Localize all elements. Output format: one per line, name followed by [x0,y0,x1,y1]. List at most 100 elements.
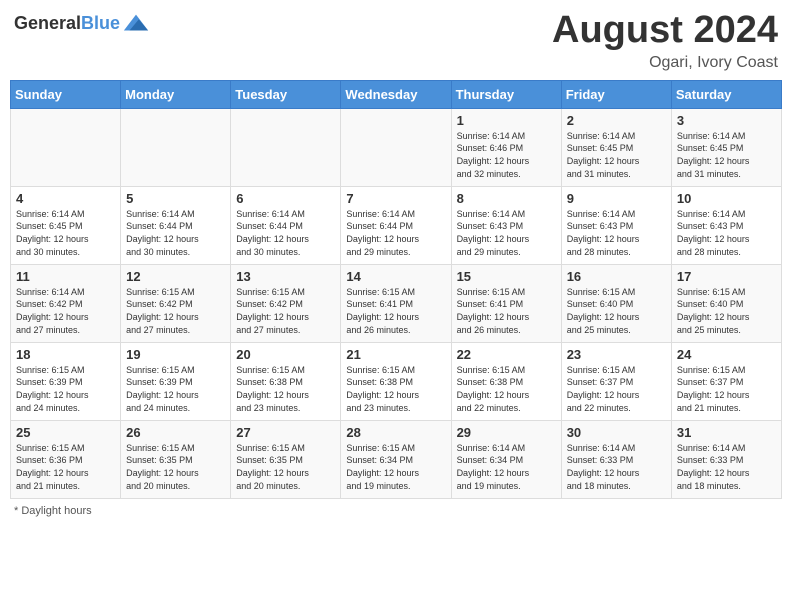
footer-note: * Daylight hours [10,505,782,517]
calendar-day-cell: 28 Sunrise: 6:15 AM Sunset: 6:34 PM Dayli… [341,420,451,498]
calendar-day-cell: 10Sunrise: 6:14 AM Sunset: 6:43 PM Dayli… [671,186,781,264]
day-info: Sunrise: 6:14 AM Sunset: 6:46 PM Dayligh… [457,130,556,180]
calendar-day-cell: 20 Sunrise: 6:15 AM Sunset: 6:38 PM Dayli… [231,342,341,420]
calendar-header-row: SundayMondayTuesdayWednesdayThursdayFrid… [11,80,782,108]
calendar-day-cell: 26 Sunrise: 6:15 AM Sunset: 6:35 PM Dayli… [121,420,231,498]
day-number: 9 [567,191,666,206]
calendar-day-cell: 11 Sunrise: 6:14 AM Sunset: 6:42 PM Dayli… [11,264,121,342]
location: Ogari, Ivory Coast [552,54,778,72]
calendar-day-cell: 21Sunrise: 6:15 AM Sunset: 6:38 PM Dayli… [341,342,451,420]
logo-text: GeneralBlue [14,14,120,34]
day-number: 23 [567,347,666,362]
col-header-monday: Monday [121,80,231,108]
logo: GeneralBlue [14,10,150,38]
calendar-day-cell: 3 Sunrise: 6:14 AM Sunset: 6:45 PM Daylig… [671,108,781,186]
calendar-day-cell [231,108,341,186]
col-header-saturday: Saturday [671,80,781,108]
day-number: 4 [16,191,115,206]
col-header-thursday: Thursday [451,80,561,108]
day-info: Sunrise: 6:14 AM Sunset: 6:43 PM Dayligh… [677,208,776,258]
calendar-day-cell: 5 Sunrise: 6:14 AM Sunset: 6:44 PM Daylig… [121,186,231,264]
calendar-week-row: 1 Sunrise: 6:14 AM Sunset: 6:46 PM Daylig… [11,108,782,186]
calendar-day-cell: 7 Sunrise: 6:14 AM Sunset: 6:44 PM Daylig… [341,186,451,264]
calendar-week-row: 18 Sunrise: 6:15 AM Sunset: 6:39 PM Dayli… [11,342,782,420]
day-info: Sunrise: 6:14 AM Sunset: 6:45 PM Dayligh… [567,130,666,180]
calendar-day-cell: 15 Sunrise: 6:15 AM Sunset: 6:41 PM Dayli… [451,264,561,342]
day-number: 3 [677,113,776,128]
day-info: Sunrise: 6:15 AM Sunset: 6:39 PM Dayligh… [126,364,225,414]
calendar-day-cell: 30 Sunrise: 6:14 AM Sunset: 6:33 PM Dayli… [561,420,671,498]
calendar-day-cell: 2 Sunrise: 6:14 AM Sunset: 6:45 PM Daylig… [561,108,671,186]
calendar-day-cell: 22Sunrise: 6:15 AM Sunset: 6:38 PM Dayli… [451,342,561,420]
title-block: August 2024 Ogari, Ivory Coast [552,10,778,72]
calendar-day-cell: 17Sunrise: 6:15 AM Sunset: 6:40 PM Dayli… [671,264,781,342]
day-info: Sunrise: 6:15 AM Sunset: 6:34 PM Dayligh… [346,442,445,492]
day-number: 20 [236,347,335,362]
col-header-sunday: Sunday [11,80,121,108]
day-number: 15 [457,269,556,284]
calendar-day-cell: 29 Sunrise: 6:14 AM Sunset: 6:34 PM Dayli… [451,420,561,498]
day-info: Sunrise: 6:14 AM Sunset: 6:43 PM Dayligh… [567,208,666,258]
day-info: Sunrise: 6:15 AM Sunset: 6:42 PM Dayligh… [236,286,335,336]
calendar-day-cell: 12 Sunrise: 6:15 AM Sunset: 6:42 PM Dayli… [121,264,231,342]
day-number: 24 [677,347,776,362]
col-header-tuesday: Tuesday [231,80,341,108]
calendar-day-cell: 1 Sunrise: 6:14 AM Sunset: 6:46 PM Daylig… [451,108,561,186]
calendar-day-cell: 6Sunrise: 6:14 AM Sunset: 6:44 PM Daylig… [231,186,341,264]
day-number: 13 [236,269,335,284]
day-info: Sunrise: 6:15 AM Sunset: 6:38 PM Dayligh… [236,364,335,414]
calendar-day-cell [11,108,121,186]
day-info: Sunrise: 6:14 AM Sunset: 6:44 PM Dayligh… [126,208,225,258]
calendar-day-cell: 13 Sunrise: 6:15 AM Sunset: 6:42 PM Dayli… [231,264,341,342]
day-number: 18 [16,347,115,362]
day-info: Sunrise: 6:15 AM Sunset: 6:37 PM Dayligh… [677,364,776,414]
calendar-day-cell [121,108,231,186]
day-number: 29 [457,425,556,440]
day-info: Sunrise: 6:15 AM Sunset: 6:36 PM Dayligh… [16,442,115,492]
day-info: Sunrise: 6:14 AM Sunset: 6:44 PM Dayligh… [236,208,335,258]
day-info: Sunrise: 6:14 AM Sunset: 6:33 PM Dayligh… [567,442,666,492]
day-info: Sunrise: 6:14 AM Sunset: 6:45 PM Dayligh… [677,130,776,180]
day-number: 12 [126,269,225,284]
calendar-day-cell: 8Sunrise: 6:14 AM Sunset: 6:43 PM Daylig… [451,186,561,264]
col-header-friday: Friday [561,80,671,108]
calendar-day-cell: 16 Sunrise: 6:15 AM Sunset: 6:40 PM Dayli… [561,264,671,342]
calendar-week-row: 25Sunrise: 6:15 AM Sunset: 6:36 PM Dayli… [11,420,782,498]
day-info: Sunrise: 6:15 AM Sunset: 6:35 PM Dayligh… [236,442,335,492]
calendar-day-cell: 25Sunrise: 6:15 AM Sunset: 6:36 PM Dayli… [11,420,121,498]
month-title: August 2024 [552,10,778,52]
day-number: 14 [346,269,445,284]
day-info: Sunrise: 6:15 AM Sunset: 6:35 PM Dayligh… [126,442,225,492]
calendar-table: SundayMondayTuesdayWednesdayThursdayFrid… [10,80,782,499]
day-number: 30 [567,425,666,440]
calendar-day-cell: 9 Sunrise: 6:14 AM Sunset: 6:43 PM Daylig… [561,186,671,264]
day-number: 1 [457,113,556,128]
calendar-week-row: 4Sunrise: 6:14 AM Sunset: 6:45 PM Daylig… [11,186,782,264]
day-info: Sunrise: 6:15 AM Sunset: 6:42 PM Dayligh… [126,286,225,336]
footer-note-text: Daylight hours [21,505,91,517]
day-info: Sunrise: 6:15 AM Sunset: 6:40 PM Dayligh… [567,286,666,336]
day-info: Sunrise: 6:15 AM Sunset: 6:41 PM Dayligh… [346,286,445,336]
day-info: Sunrise: 6:14 AM Sunset: 6:43 PM Dayligh… [457,208,556,258]
day-number: 2 [567,113,666,128]
day-number: 26 [126,425,225,440]
calendar-day-cell: 27 Sunrise: 6:15 AM Sunset: 6:35 PM Dayli… [231,420,341,498]
day-number: 27 [236,425,335,440]
day-number: 19 [126,347,225,362]
day-info: Sunrise: 6:14 AM Sunset: 6:42 PM Dayligh… [16,286,115,336]
day-number: 5 [126,191,225,206]
day-number: 21 [346,347,445,362]
day-number: 16 [567,269,666,284]
calendar-day-cell: 23Sunrise: 6:15 AM Sunset: 6:37 PM Dayli… [561,342,671,420]
day-info: Sunrise: 6:14 AM Sunset: 6:34 PM Dayligh… [457,442,556,492]
day-info: Sunrise: 6:15 AM Sunset: 6:40 PM Dayligh… [677,286,776,336]
calendar-day-cell: 31Sunrise: 6:14 AM Sunset: 6:33 PM Dayli… [671,420,781,498]
col-header-wednesday: Wednesday [341,80,451,108]
day-number: 28 [346,425,445,440]
day-number: 11 [16,269,115,284]
day-info: Sunrise: 6:14 AM Sunset: 6:44 PM Dayligh… [346,208,445,258]
day-number: 22 [457,347,556,362]
day-info: Sunrise: 6:15 AM Sunset: 6:41 PM Dayligh… [457,286,556,336]
day-number: 7 [346,191,445,206]
day-info: Sunrise: 6:14 AM Sunset: 6:33 PM Dayligh… [677,442,776,492]
